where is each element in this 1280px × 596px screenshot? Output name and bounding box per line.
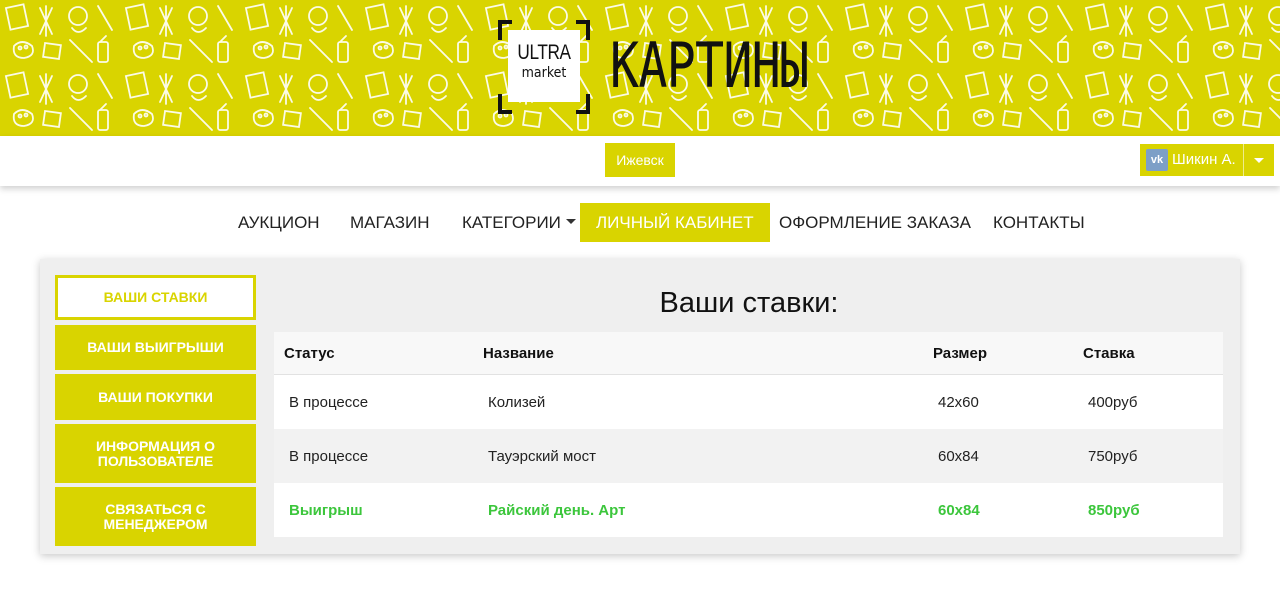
- cell-bid: 850руб: [1088, 501, 1140, 519]
- sidebar-item-your-bids[interactable]: ВАШИ СТАВКИ: [55, 275, 256, 320]
- cell-bid: 750руб: [1088, 447, 1138, 465]
- site-logo[interactable]: ULTRA market: [496, 18, 592, 116]
- account-panel: ВАШИ СТАВКИ ВАШИ ВЫИГРЫШИ ВАШИ ПОКУПКИ И…: [40, 259, 1240, 554]
- table-row[interactable]: В процессе Тауэрский мост 60x84 750руб: [274, 429, 1223, 483]
- top-bar: Ижевск vk Шикин А.: [0, 136, 1280, 186]
- bids-table: Статус Название Размер Ставка В процессе…: [274, 332, 1223, 537]
- column-header-size: Размер: [933, 344, 988, 362]
- city-selector-button[interactable]: Ижевск: [605, 143, 675, 177]
- cell-name: Колизей: [488, 393, 546, 411]
- sidebar-item-user-info[interactable]: ИНФОРМАЦИЯ О ПОЛЬЗОВАТЕЛЕ: [55, 424, 256, 483]
- logo-text-market: market: [521, 65, 567, 81]
- cell-status: Выигрыш: [289, 501, 363, 519]
- cell-size: 60x84: [938, 501, 980, 519]
- nav-item-shop[interactable]: МАГАЗИН: [350, 203, 429, 242]
- cell-size: 42x60: [938, 393, 979, 411]
- nav-item-auction[interactable]: АУКЦИОН: [238, 203, 320, 242]
- page-title: Ваши ставки:: [659, 287, 839, 319]
- user-menu[interactable]: vk Шикин А.: [1140, 144, 1274, 176]
- table-row[interactable]: В процессе Колизей 42x60 400руб: [274, 375, 1223, 429]
- user-name[interactable]: Шикин А.: [1172, 144, 1236, 176]
- column-header-status: Статус: [284, 344, 335, 362]
- cell-status: В процессе: [289, 393, 369, 411]
- column-header-name: Название: [483, 344, 554, 362]
- cell-bid: 400руб: [1088, 393, 1138, 411]
- header-banner: ULTRA market КАРТИНЫ: [0, 0, 1280, 136]
- logo-box: ULTRA market: [508, 30, 580, 102]
- cell-name: Райский день. Арт: [488, 501, 626, 519]
- table-row-winning[interactable]: Выигрыш Райский день. Арт 60x84 850руб: [274, 483, 1223, 537]
- vk-icon: vk: [1146, 149, 1168, 171]
- site-title: КАРТИНЫ: [610, 29, 809, 102]
- cell-status: В процессе: [289, 447, 369, 465]
- nav-item-account[interactable]: ЛИЧНЫЙ КАБИНЕТ: [580, 203, 770, 242]
- logo-text-ultra: ULTRA: [517, 41, 571, 64]
- sidebar-item-your-purchases[interactable]: ВАШИ ПОКУПКИ: [55, 374, 256, 420]
- nav-item-categories-label: КАТЕГОРИИ: [462, 213, 561, 232]
- chevron-down-icon: [565, 219, 576, 225]
- nav-item-categories[interactable]: КАТЕГОРИИ: [462, 203, 576, 242]
- cell-name: Тауэрский мост: [488, 447, 597, 465]
- chevron-down-icon[interactable]: [1244, 144, 1274, 176]
- column-header-bid: Ставка: [1083, 344, 1135, 362]
- sidebar-item-contact-manager[interactable]: СВЯЗАТЬСЯ С МЕНЕДЖЕРОМ: [55, 487, 256, 546]
- main-nav: АУКЦИОН МАГАЗИН КАТЕГОРИИ ЛИЧНЫЙ КАБИНЕТ…: [0, 203, 1280, 242]
- cell-size: 60x84: [938, 447, 979, 465]
- nav-item-contacts[interactable]: КОНТАКТЫ: [993, 203, 1085, 242]
- nav-item-checkout[interactable]: ОФОРМЛЕНИЕ ЗАКАЗА: [779, 203, 971, 242]
- sidebar-item-your-wins[interactable]: ВАШИ ВЫИГРЫШИ: [55, 325, 256, 370]
- table-header-row: Статус Название Размер Ставка: [274, 332, 1223, 375]
